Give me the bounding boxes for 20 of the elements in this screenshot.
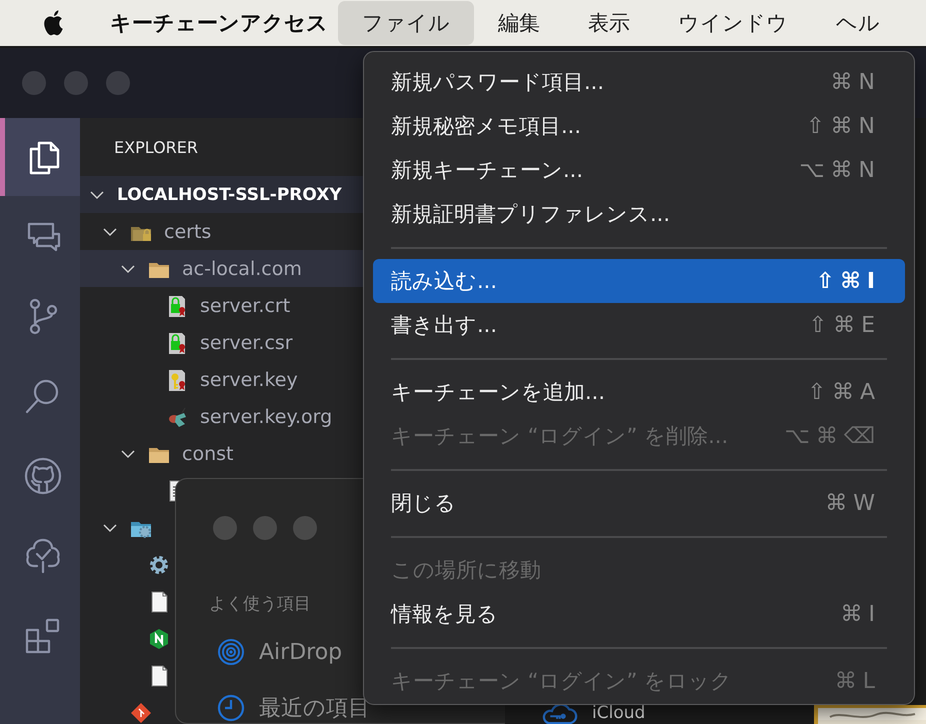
shortcut-label: ⇧⌘A	[808, 380, 881, 404]
shortcut-label: ⌘N	[830, 70, 881, 94]
file-name: ac-local.com	[182, 258, 302, 280]
shortcut-label: ⌥⌘⌫	[784, 424, 881, 448]
file-name: server.crt	[200, 294, 290, 316]
file-name: server.key	[200, 368, 298, 390]
shortcut-label: ⌥⌘N	[799, 158, 881, 182]
shortcut-label: ⇧⌘N	[806, 114, 881, 138]
shortcut-label: ⌘L	[834, 668, 881, 694]
section-heading: よく使う項目	[209, 593, 311, 615]
shortcut-label: ⇧⌘I	[816, 268, 881, 294]
file-name: server.key.org	[200, 406, 332, 428]
panel-title: EXPLORER	[113, 136, 199, 158]
project-name: LOCALHOST-SSL-PROXY	[117, 184, 342, 204]
shortcut-label: ⌘I	[840, 602, 881, 626]
shortcut-label: ⌘W	[825, 490, 881, 516]
file-name: const	[182, 442, 234, 464]
shortcut-label: ⇧⌘E	[808, 312, 881, 338]
file-name: certs	[164, 220, 212, 242]
file-name: server.csr	[200, 332, 293, 354]
